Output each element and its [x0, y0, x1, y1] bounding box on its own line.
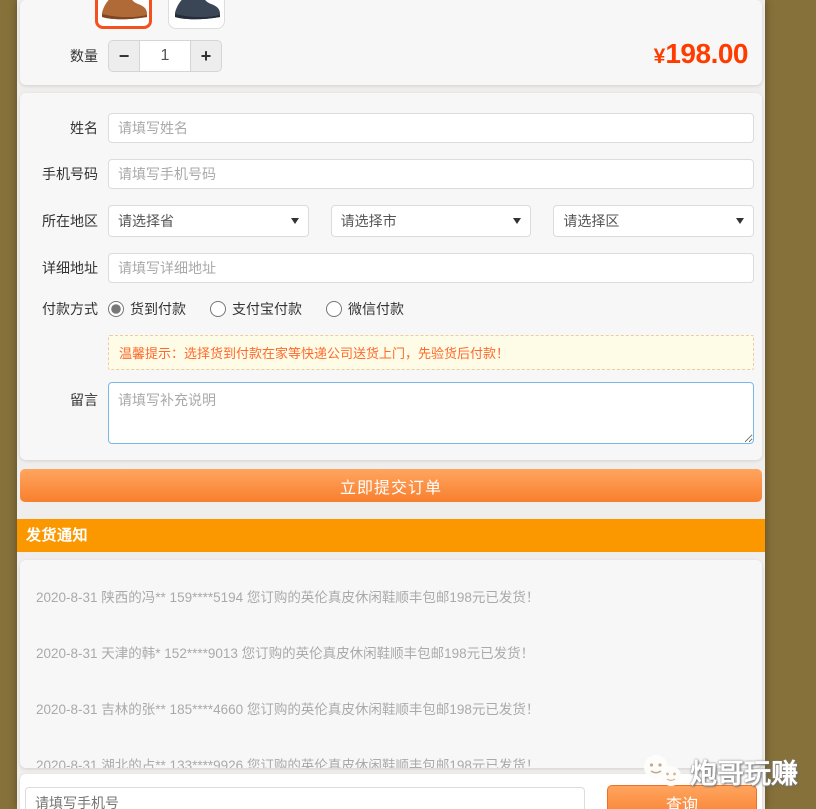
message-label: 留言: [20, 382, 108, 410]
payment-options: 货到付款 支付宝付款 微信付款: [108, 299, 404, 319]
region-label: 所在地区: [20, 211, 108, 231]
payment-option-alipay[interactable]: 支付宝付款: [210, 299, 302, 319]
query-phone-input[interactable]: [25, 787, 585, 809]
brown-shoe-image: [100, 0, 148, 21]
tip-row: 温馨提示：选择货到付款在家等快递公司送货上门，先验货后付款！: [20, 335, 754, 370]
wechat-label: 微信付款: [348, 299, 404, 319]
payment-option-wechat[interactable]: 微信付款: [326, 299, 404, 319]
region-selects: 请选择省 请选择市 请选择区: [108, 205, 754, 237]
product-thumbnail-navy[interactable]: [168, 0, 225, 29]
notice-item: 2020-8-31 陕西的冯** 159****5194 您订购的英伦真皮休闲鞋…: [36, 574, 746, 630]
quantity-row: 数量 − +: [20, 40, 762, 72]
name-input[interactable]: [108, 113, 754, 143]
name-label: 姓名: [20, 118, 108, 138]
address-input[interactable]: [108, 253, 754, 283]
region-row: 所在地区 请选择省 请选择市 请选择区: [20, 205, 754, 237]
payment-row: 付款方式 货到付款 支付宝付款 微信付款: [20, 299, 754, 319]
product-thumbnail-brown[interactable]: [95, 0, 152, 29]
alipay-radio[interactable]: [210, 301, 226, 317]
phone-row: 手机号码: [20, 159, 754, 189]
warm-tip: 温馨提示：选择货到付款在家等快递公司送货上门，先验货后付款！: [108, 335, 754, 370]
notice-item: 2020-8-31 湖北的占** 133****9926 您订购的英伦真皮休闲鞋…: [36, 742, 746, 768]
product-thumbnails: [95, 0, 225, 29]
city-select[interactable]: 请选择市: [331, 205, 532, 237]
province-select[interactable]: 请选择省: [108, 205, 309, 237]
quantity-stepper: − +: [108, 40, 222, 72]
shipping-notice-header: 发货通知: [17, 519, 765, 552]
product-price: ¥198.00: [654, 38, 748, 70]
phone-input[interactable]: [108, 159, 754, 189]
shipping-notice-card: 2020-8-31 陕西的冯** 159****5194 您订购的英伦真皮休闲鞋…: [20, 560, 762, 768]
currency-symbol: ¥: [654, 45, 666, 68]
quantity-input[interactable]: [139, 41, 191, 71]
name-row: 姓名: [20, 113, 754, 143]
cod-label: 货到付款: [130, 299, 186, 319]
page-content: 数量 − + ¥198.00 姓名 手机号码 所在地区 请选择: [17, 0, 765, 809]
message-row: 留言: [20, 382, 754, 444]
alipay-label: 支付宝付款: [232, 299, 302, 319]
cod-radio[interactable]: [108, 301, 124, 317]
quantity-label: 数量: [20, 46, 108, 66]
query-button[interactable]: 查询: [607, 785, 757, 809]
product-card: 数量 − + ¥198.00: [20, 0, 762, 85]
notice-item: 2020-8-31 天津的韩* 152****9013 您订购的英伦真皮休闲鞋顺…: [36, 630, 746, 686]
wechat-radio[interactable]: [326, 301, 342, 317]
price-amount: 198.00: [665, 38, 748, 69]
quantity-minus-button[interactable]: −: [109, 41, 139, 71]
province-select-wrap: 请选择省: [108, 205, 309, 237]
address-label: 详细地址: [20, 258, 108, 278]
payment-option-cod[interactable]: 货到付款: [108, 299, 186, 319]
district-select-wrap: 请选择区: [553, 205, 754, 237]
submit-order-button[interactable]: 立即提交订单: [20, 469, 762, 502]
phone-label: 手机号码: [20, 164, 108, 184]
navy-shoe-image: [173, 0, 221, 21]
city-select-wrap: 请选择市: [331, 205, 532, 237]
order-query-bar: 查询: [20, 774, 762, 809]
quantity-plus-button[interactable]: +: [191, 41, 221, 71]
district-select[interactable]: 请选择区: [553, 205, 754, 237]
notice-item: 2020-8-31 吉林的张** 185****4660 您订购的英伦真皮休闲鞋…: [36, 686, 746, 742]
address-row: 详细地址: [20, 253, 754, 283]
order-form-card: 姓名 手机号码 所在地区 请选择省 请选择市: [20, 93, 762, 460]
payment-label: 付款方式: [20, 299, 108, 319]
message-textarea[interactable]: [108, 382, 754, 444]
